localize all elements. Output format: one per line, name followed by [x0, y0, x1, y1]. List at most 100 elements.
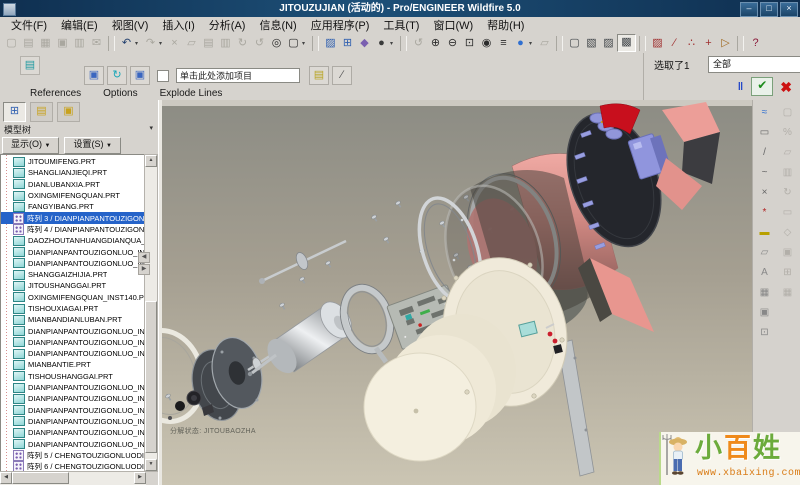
dashboard-tab-explode-lines[interactable]: Explode Lines	[160, 88, 223, 99]
edit-wand-icon[interactable]: ∕	[332, 66, 352, 85]
tree-item[interactable]: FANGYIBANG.PRT	[1, 201, 147, 212]
favorites-tab[interactable]: ▣	[57, 102, 80, 122]
minimize-button[interactable]: –	[740, 2, 758, 17]
menu-item[interactable]: 信息(N)	[252, 17, 303, 33]
context-help-icon[interactable]: ?	[747, 35, 764, 51]
model-tree-tab[interactable]: ⊞	[3, 102, 26, 122]
sash-collapse-right-icon[interactable]: ▶	[138, 264, 150, 275]
graphics-area[interactable]: 分解状态: JITOUBAOZHA	[162, 100, 753, 485]
csys-display-icon[interactable]: +	[700, 35, 717, 51]
tree-item[interactable]: DIANPIANPANTOUZIGONLUO_INST1.P	[1, 258, 147, 269]
palette-icon[interactable]: ▦	[756, 285, 773, 300]
menu-item[interactable]: 应用程序(P)	[304, 17, 377, 33]
settings-menu-button[interactable]: 设置(S) ▼	[64, 137, 120, 154]
menu-item[interactable]: 分析(A)	[202, 17, 253, 33]
explode-position-icon[interactable]: ▣	[84, 66, 104, 85]
redo-icon-dropdown[interactable]: ▾	[159, 40, 166, 47]
trim-icon[interactable]: ▱	[779, 145, 796, 160]
scroll-right-icon[interactable]: ▶	[134, 472, 146, 484]
tree-vertical-scrollbar[interactable]: ▲ ▼	[144, 154, 158, 472]
wireframe-style-icon[interactable]: ▢	[566, 35, 583, 51]
menu-item[interactable]: 工具(T)	[376, 17, 426, 33]
tree-item[interactable]: 阵列 4 / DIANPIANPANTOUZIGONLUO	[1, 224, 147, 235]
tree-item[interactable]: JITOUMIFENG.PRT	[1, 156, 147, 167]
tree-item[interactable]: DAOZHOUTANHUANGDIANQUA_INSTG	[1, 235, 147, 246]
overlay-icon[interactable]: ⊡	[756, 325, 773, 340]
find-icon[interactable]: ◎	[268, 35, 285, 51]
maximize-button[interactable]: □	[760, 2, 778, 17]
menu-item[interactable]: 文件(F)	[4, 17, 54, 33]
cancel-button[interactable]: ✖	[780, 79, 792, 95]
close-button[interactable]: ×	[780, 2, 798, 17]
sash-collapse-left-icon[interactable]: ◀	[138, 252, 150, 263]
tree-item[interactable]: DIANPIANPANTOUZIGONLUO_INST1.P	[1, 325, 147, 336]
tree-item[interactable]: OXINGMIFENGQUAN_INST140.PRT	[1, 292, 147, 303]
tree-item[interactable]: OXINGMIFENGQUAN.PRT	[1, 190, 147, 201]
undo-icon-dropdown[interactable]: ▾	[135, 40, 142, 47]
render-icon-dropdown[interactable]: ▾	[390, 40, 397, 47]
fillet-icon[interactable]: ▭	[779, 205, 796, 220]
point-display-icon[interactable]: ∴	[683, 35, 700, 51]
tree-horizontal-scrollbar[interactable]: ◀ ▶	[0, 471, 146, 485]
text-icon[interactable]: A	[756, 265, 773, 280]
divide-icon[interactable]: %	[779, 125, 796, 140]
hidden-line-style-icon[interactable]: ▧	[583, 35, 600, 51]
tree-item[interactable]: 阵列 3 / DIANPIANPANTOUZIGONLUO	[1, 212, 147, 223]
tree-item[interactable]: DIANPIANPANTOUZIGONLUO_INST1.P	[1, 382, 147, 393]
display-menu-button[interactable]: 显示(O) ▼	[2, 137, 59, 154]
tree-item[interactable]: DIANPIANPANTOUZIGONLUO_INST1.P	[1, 416, 147, 427]
layers-icon[interactable]: ≡	[495, 35, 512, 51]
default-explode-checkbox[interactable]	[157, 70, 169, 82]
render-icon[interactable]: ●	[373, 35, 390, 51]
tree-item[interactable]: MIANBANDIANLUBAN.PRT	[1, 314, 147, 325]
axis-display-icon[interactable]: ∕	[666, 35, 683, 51]
header-caret-icon[interactable]: ▾	[149, 124, 153, 132]
rotate-resize-icon[interactable]: ↻	[779, 185, 796, 200]
spline-icon[interactable]: ≈	[756, 105, 773, 120]
chamfer-icon[interactable]: ◇	[779, 225, 796, 240]
tree-item[interactable]: DIANPIANPANTOUZIGONLUO_INST1.P	[1, 337, 147, 348]
tree-item[interactable]: SHANGLIANJIEQI.PRT	[1, 167, 147, 178]
undo-icon[interactable]: ↶	[118, 35, 135, 51]
orient-icon[interactable]: ◉	[478, 35, 495, 51]
hscroll-thumb[interactable]	[12, 472, 69, 484]
saved-state-icon[interactable]: ▤	[309, 66, 329, 85]
no-hidden-style-icon[interactable]: ▨	[600, 35, 617, 51]
tree-item[interactable]: JITOUSHANGGAI.PRT	[1, 280, 147, 291]
tree-item[interactable]: DIANPIANPANTOUZIGONLUO_INST1.P	[1, 438, 147, 449]
scroll-down-icon[interactable]: ▼	[145, 459, 157, 471]
explode-sequence-icon[interactable]: ▣	[130, 66, 150, 85]
vscroll-thumb[interactable]	[145, 301, 157, 453]
datum-axis-icon[interactable]: ⊞	[339, 35, 356, 51]
sash-collapse-control[interactable]: ◀ ▶	[138, 252, 150, 276]
ruler-icon[interactable]: ▬	[756, 225, 773, 240]
plane-display-icon[interactable]: ▨	[649, 35, 666, 51]
annotation-display-icon[interactable]: ▷	[717, 35, 734, 51]
folder-browser-tab[interactable]: ▤	[30, 102, 53, 122]
style-icon[interactable]: ◆	[356, 35, 373, 51]
tree-item[interactable]: DIANPIANPANTOUZIGONLUO_INST1.P	[1, 427, 147, 438]
group-icon[interactable]: ▣	[756, 305, 773, 320]
offset-icon[interactable]: ▱	[756, 245, 773, 260]
scroll-left-icon[interactable]: ◀	[0, 472, 12, 484]
explode-motion-icon[interactable]: ↻	[107, 66, 127, 85]
filter-combobox[interactable]: 全部 ▼	[708, 56, 800, 73]
tree-item[interactable]: TISHOUSHANGGAI.PRT	[1, 371, 147, 382]
zoom-out-icon[interactable]: ⊖	[444, 35, 461, 51]
tree-item[interactable]: SHANGGAIZHIJIA.PRT	[1, 269, 147, 280]
select-filter-icon-dropdown[interactable]: ▾	[302, 40, 309, 47]
tree-item[interactable]: DIANPIANPANTOUZIGONLUO_INST1.P	[1, 405, 147, 416]
tree-item[interactable]: MIANBANTIE.PRT	[1, 359, 147, 370]
pause-button[interactable]: ‖	[738, 81, 744, 93]
explode-prompt-input[interactable]	[176, 68, 300, 83]
tree-item[interactable]: DIANPIANPANTOUZIGONLUO_INST1.P	[1, 348, 147, 359]
tree-item[interactable]: DIANPIANPANTOUZIGONLUO_INST1.P	[1, 393, 147, 404]
dashboard-anchor-icon[interactable]: ▤	[20, 56, 40, 75]
line-icon[interactable]: /	[756, 145, 773, 160]
menu-item[interactable]: 插入(I)	[155, 17, 201, 33]
ok-button[interactable]: ✔	[751, 77, 773, 96]
tree-item[interactable]: DIANPIANPANTOUZIGONLUO_INST1.P	[1, 246, 147, 257]
tree-item[interactable]: 阵列 5 / CHENGTOUZIGONLUODING.	[1, 450, 147, 461]
dashboard-tab-references[interactable]: References	[30, 88, 81, 99]
symmetry-icon[interactable]: ⊞	[779, 265, 796, 280]
